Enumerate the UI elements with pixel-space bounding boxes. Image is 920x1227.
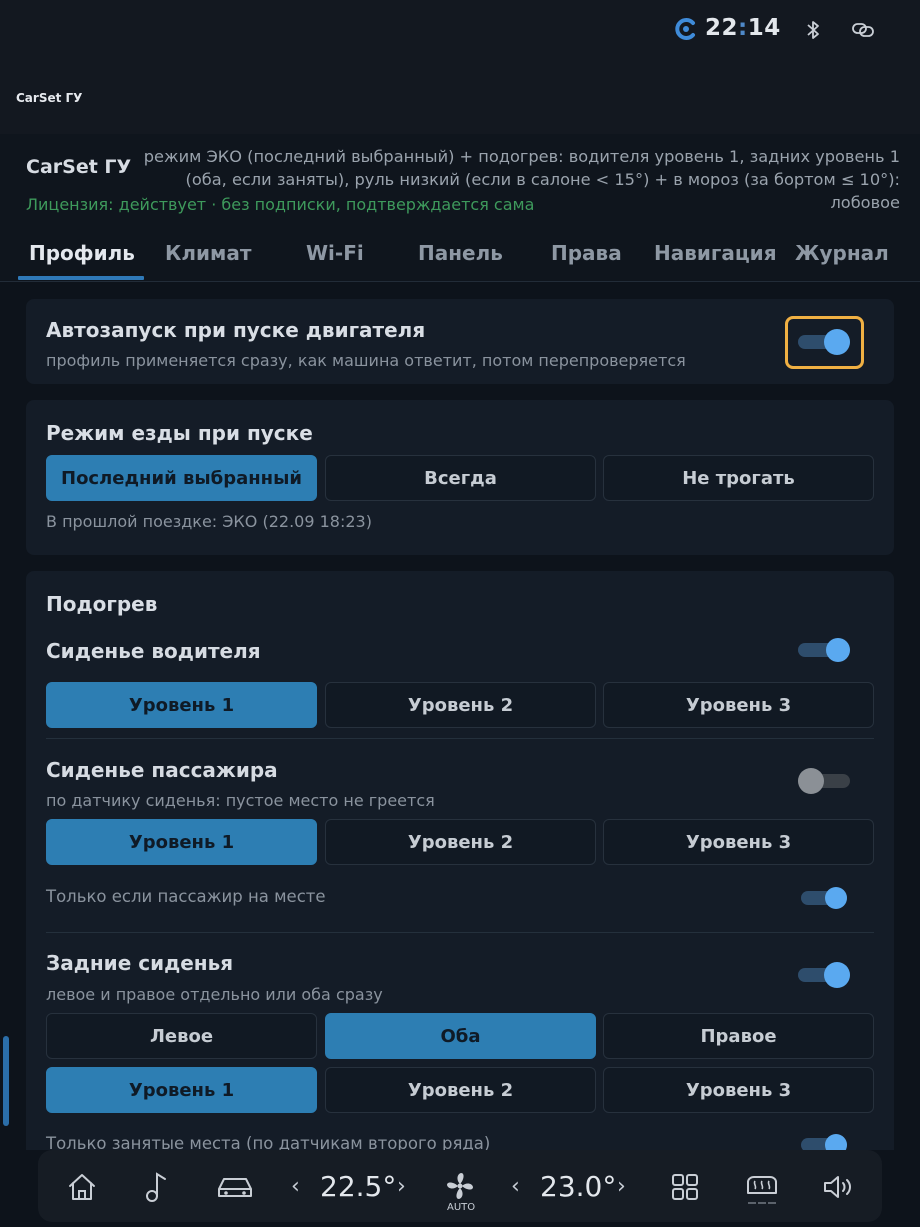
fan-icon[interactable] bbox=[444, 1171, 476, 1201]
clock-minutes: 14 bbox=[747, 15, 781, 41]
app-name: CarSet ГУ bbox=[26, 156, 132, 178]
autostart-title: Автозапуск при пуске двигателя bbox=[46, 318, 426, 342]
tab-climate[interactable]: Климат bbox=[165, 241, 251, 265]
home-icon[interactable] bbox=[66, 1172, 98, 1202]
fan-auto-label: AUTO bbox=[447, 1202, 476, 1213]
passenger-seat-label: Сиденье пассажира bbox=[46, 758, 278, 782]
tab-bar: Профиль Климат Wi-Fi Панель Права Навига… bbox=[0, 232, 920, 282]
tab-log[interactable]: Журнал bbox=[795, 241, 889, 265]
drive-mode-option-dont-touch[interactable]: Не трогать bbox=[603, 455, 874, 501]
rear-level-1[interactable]: Уровень 1 bbox=[46, 1067, 317, 1113]
tab-permissions[interactable]: Права bbox=[551, 241, 622, 265]
passenger-level-3[interactable]: Уровень 3 bbox=[603, 819, 874, 865]
c-logo-icon bbox=[675, 18, 695, 40]
tab-wifi[interactable]: Wi-Fi bbox=[306, 241, 364, 265]
drive-mode-option-always[interactable]: Всегда bbox=[325, 455, 596, 501]
music-icon[interactable] bbox=[143, 1170, 171, 1204]
passenger-seat-subtitle: по датчику сиденья: пустое место не грее… bbox=[46, 791, 435, 810]
rear-side-both[interactable]: Оба bbox=[325, 1013, 596, 1059]
car-icon[interactable] bbox=[216, 1174, 254, 1200]
driver-seat-label: Сиденье водителя bbox=[46, 639, 261, 663]
volume-icon[interactable] bbox=[822, 1174, 856, 1200]
temp-right-decrease[interactable]: ‹ bbox=[511, 1174, 520, 1199]
link-icon bbox=[852, 23, 874, 37]
scrollbar[interactable] bbox=[3, 1036, 9, 1126]
summary-line-1: режим ЭКО (последний выбранный) + подогр… bbox=[143, 147, 900, 166]
window-title-bar bbox=[0, 62, 920, 134]
temp-left-decrease[interactable]: ‹ bbox=[291, 1174, 300, 1199]
driver-seat-toggle[interactable] bbox=[798, 638, 850, 662]
tab-panel[interactable]: Панель bbox=[418, 241, 503, 265]
drive-mode-option-last[interactable]: Последний выбранный bbox=[46, 455, 317, 501]
rear-level-2[interactable]: Уровень 2 bbox=[325, 1067, 596, 1113]
passenger-level-1[interactable]: Уровень 1 bbox=[46, 819, 317, 865]
drive-mode-title: Режим езды при пуске bbox=[46, 421, 313, 445]
bluetooth-icon bbox=[807, 21, 819, 39]
status-bar bbox=[0, 0, 920, 62]
temp-right-increase[interactable]: › bbox=[617, 1174, 626, 1199]
rear-side-right[interactable]: Правое bbox=[603, 1013, 874, 1059]
temp-left-increase[interactable]: › bbox=[397, 1174, 406, 1199]
passenger-present-toggle[interactable] bbox=[801, 886, 847, 909]
rear-seats-subtitle: левое и правое отдельно или оба сразу bbox=[46, 985, 383, 1004]
autostart-toggle[interactable] bbox=[798, 329, 850, 355]
temp-right-value: 23.0° bbox=[540, 1170, 617, 1203]
rear-defrost-icon[interactable] bbox=[745, 1173, 779, 1211]
window-title: CarSet ГУ bbox=[16, 91, 83, 105]
passenger-present-label: Только если пассажир на месте bbox=[46, 887, 326, 906]
apps-grid-icon[interactable] bbox=[671, 1173, 699, 1201]
driver-level-3[interactable]: Уровень 3 bbox=[603, 682, 874, 728]
license-status: Лицензия: действует · без подписки, подт… bbox=[26, 195, 535, 214]
rear-seats-toggle[interactable] bbox=[798, 962, 850, 988]
driver-level-1[interactable]: Уровень 1 bbox=[46, 682, 317, 728]
passenger-level-2[interactable]: Уровень 2 bbox=[325, 819, 596, 865]
tab-navigation[interactable]: Навигация bbox=[654, 241, 777, 265]
active-tab-indicator bbox=[18, 276, 144, 280]
temp-left-value: 22.5° bbox=[320, 1170, 397, 1203]
autostart-subtitle: профиль применяется сразу, как машина от… bbox=[46, 351, 686, 370]
rear-level-3[interactable]: Уровень 3 bbox=[603, 1067, 874, 1113]
divider bbox=[46, 932, 874, 933]
passenger-seat-toggle[interactable] bbox=[798, 768, 850, 794]
divider bbox=[46, 738, 874, 739]
driver-level-2[interactable]: Уровень 2 bbox=[325, 682, 596, 728]
tab-profile[interactable]: Профиль bbox=[29, 241, 135, 265]
rear-side-left[interactable]: Левое bbox=[46, 1013, 317, 1059]
clock-hours: 22 bbox=[705, 15, 739, 41]
autostart-card: Автозапуск при пуске двигателя профиль п… bbox=[26, 299, 894, 384]
heating-title: Подогрев bbox=[46, 592, 158, 616]
rear-seats-label: Задние сиденья bbox=[46, 951, 234, 975]
status-clock: 22:14 bbox=[705, 15, 781, 41]
drive-mode-note: В прошлой поездке: ЭКО (22.09 18:23) bbox=[46, 512, 372, 531]
